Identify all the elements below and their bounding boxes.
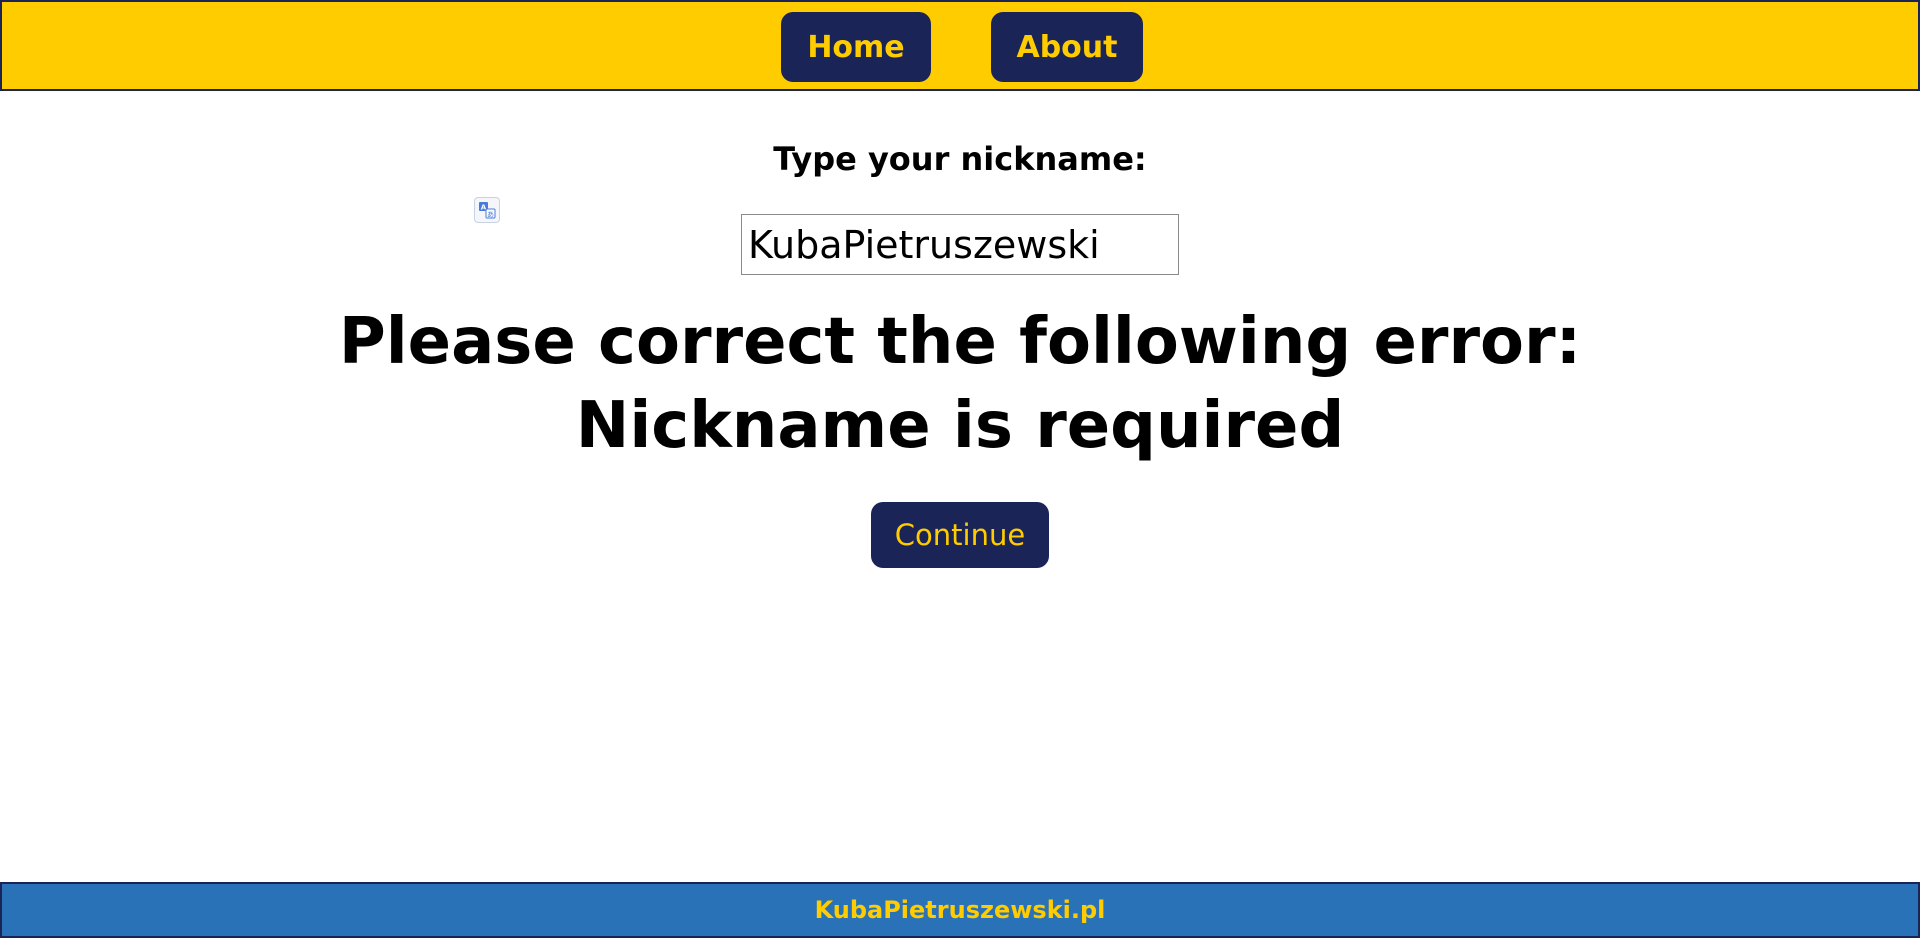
- svg-text:あ: あ: [487, 211, 494, 219]
- nickname-prompt-label: Type your nickname:: [773, 140, 1147, 178]
- footer-site-link[interactable]: KubaPietruszewski.pl: [815, 896, 1106, 924]
- error-message: Nickname is required: [575, 389, 1345, 463]
- nickname-input[interactable]: [741, 214, 1179, 275]
- continue-button[interactable]: Continue: [871, 502, 1049, 568]
- translate-icon[interactable]: A あ: [474, 197, 500, 223]
- error-heading: Please correct the following error:: [338, 305, 1582, 379]
- top-navigation-bar: Home About: [0, 0, 1920, 91]
- footer: KubaPietruszewski.pl: [0, 882, 1920, 938]
- translate-glyph-icon: A あ: [479, 202, 496, 219]
- about-button[interactable]: About: [991, 12, 1143, 82]
- error-block: Please correct the following error: Nick…: [0, 300, 1920, 468]
- home-button[interactable]: Home: [781, 12, 931, 82]
